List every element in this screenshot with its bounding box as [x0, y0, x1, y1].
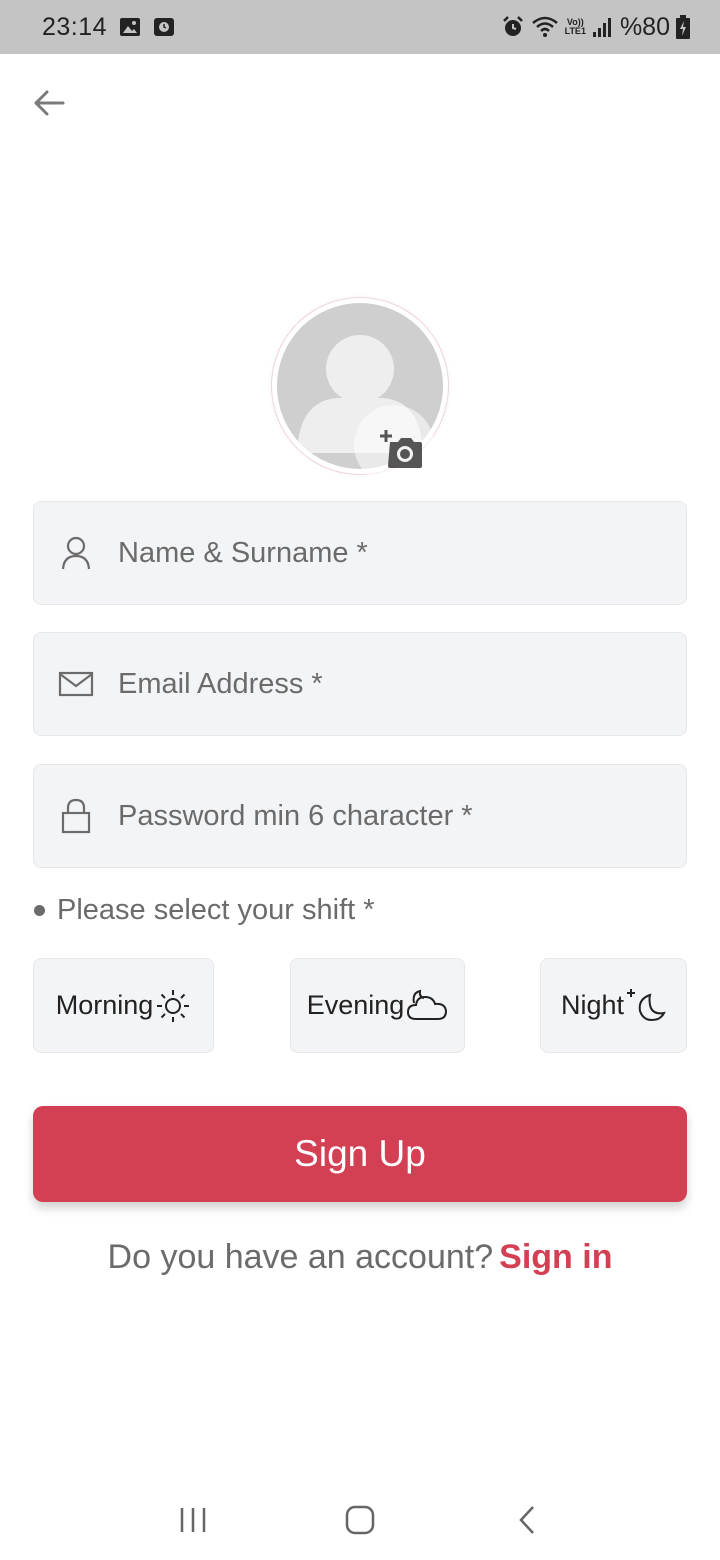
- battery-charging-icon: [676, 15, 690, 39]
- email-field[interactable]: [33, 632, 687, 736]
- recent-apps-icon: [181, 1508, 206, 1532]
- chevron-left-icon: [518, 1506, 534, 1534]
- system-back-button[interactable]: [497, 1490, 557, 1550]
- status-bar: 23:14 Vo)) LTE1 %80: [0, 0, 720, 54]
- home-button[interactable]: [330, 1490, 390, 1550]
- shift-morning-button[interactable]: Morning: [33, 958, 214, 1053]
- lock-icon: [58, 798, 94, 834]
- shift-night-button[interactable]: Night: [540, 958, 687, 1053]
- mail-icon: [58, 666, 94, 702]
- wifi-icon: [531, 16, 558, 37]
- recent-apps-button[interactable]: [163, 1490, 223, 1550]
- add-camera-icon: [380, 430, 422, 468]
- system-nav-bar: [0, 1480, 720, 1560]
- alarm-icon: [502, 16, 523, 36]
- signup-button[interactable]: Sign Up: [33, 1106, 687, 1202]
- add-photo-button[interactable]: [378, 428, 426, 472]
- sun-icon: [157, 989, 190, 1022]
- signup-screen: 23:14 Vo)) LTE1 %80 Name & Surname * Ema…: [0, 0, 720, 1560]
- password-field[interactable]: [33, 764, 687, 868]
- user-icon: [58, 535, 94, 571]
- battery-percent: %80: [619, 12, 670, 41]
- account-question: Do you have an account?: [107, 1238, 494, 1276]
- email-input[interactable]: [118, 667, 638, 701]
- shift-label: Please select your shift *: [34, 894, 375, 927]
- password-input[interactable]: [118, 799, 638, 833]
- network-type: Vo)) LTE1: [564, 17, 586, 36]
- shift-evening-button[interactable]: Evening: [290, 958, 465, 1053]
- cloud-icon: [407, 989, 448, 1020]
- name-field[interactable]: [33, 501, 687, 605]
- home-icon: [345, 1505, 375, 1535]
- arrow-left-icon: [34, 90, 65, 116]
- signin-link[interactable]: Sign in: [499, 1238, 612, 1276]
- bullet-icon: [34, 905, 45, 916]
- signal-icon: [592, 18, 611, 37]
- name-input[interactable]: [118, 536, 638, 570]
- gallery-icon: [120, 18, 141, 36]
- status-time: 23:14: [42, 12, 108, 41]
- back-button[interactable]: [26, 80, 72, 126]
- moon-icon: [627, 988, 666, 1021]
- app-notification-icon: [154, 18, 175, 36]
- signin-prompt: Do you have an account? Sign in: [0, 1238, 720, 1277]
